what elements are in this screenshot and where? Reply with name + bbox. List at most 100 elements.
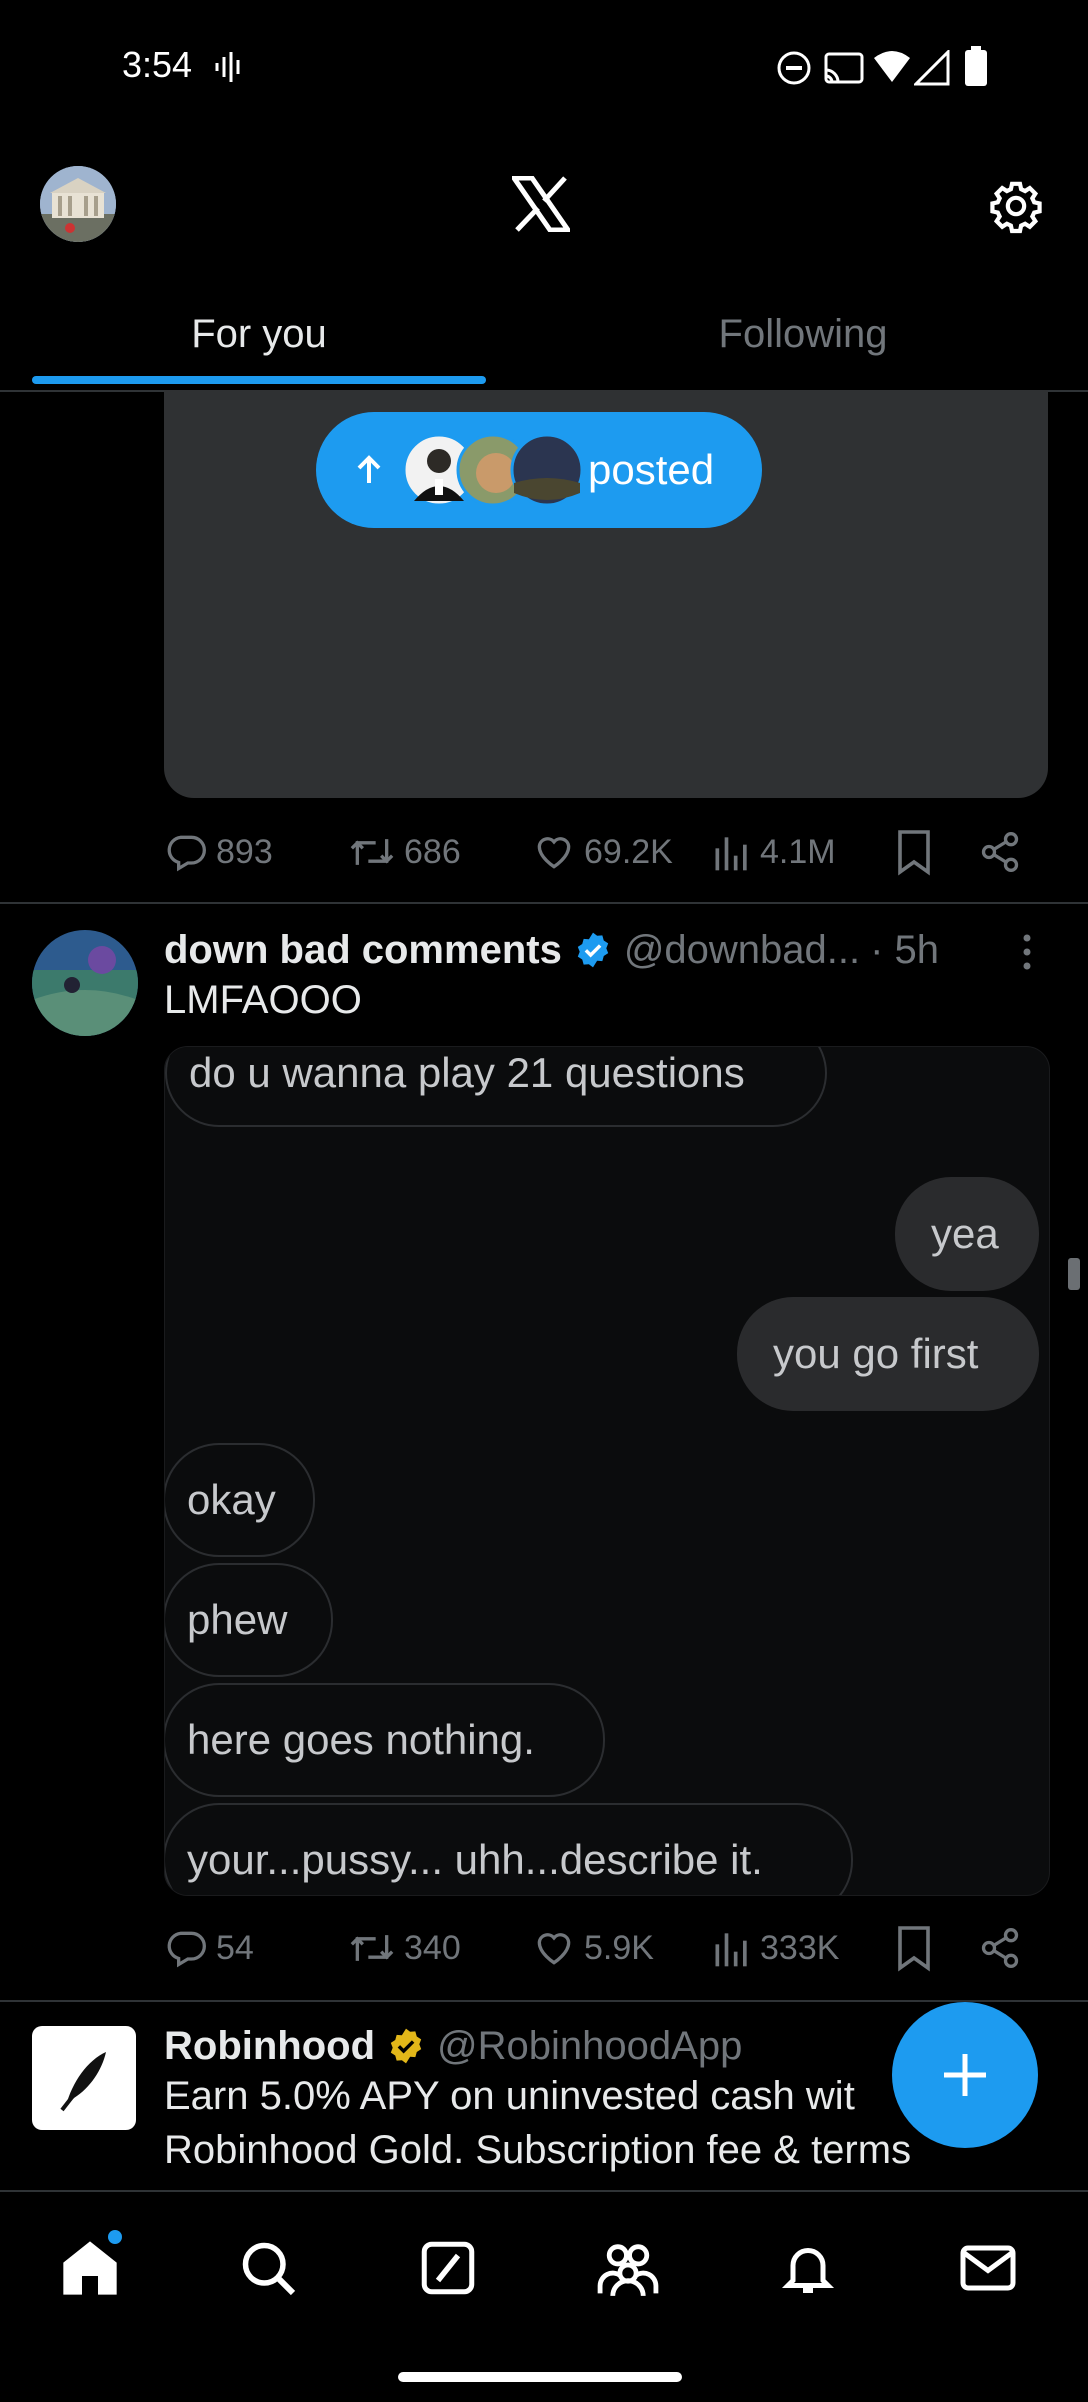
new-posts-pill[interactable]: posted	[316, 412, 762, 528]
post-actions: 893 686 69.2K 4.1M	[164, 812, 1048, 892]
reply-button[interactable]: 54	[164, 1926, 254, 1970]
message-text: okay	[187, 1476, 276, 1523]
heart-icon	[537, 1933, 571, 1965]
nav-home[interactable]	[50, 2228, 130, 2308]
nav-messages[interactable]	[948, 2228, 1028, 2308]
verified-badge-icon	[577, 932, 609, 968]
message-text: yea	[931, 1210, 999, 1257]
like-count: 5.9K	[584, 1928, 654, 1967]
post-time: · 5h	[870, 927, 940, 972]
bookmark-icon[interactable]	[894, 828, 934, 876]
new-posts-label: posted	[588, 446, 715, 493]
home-icon	[63, 2241, 117, 2295]
bottom-navigation	[0, 2190, 1088, 2402]
message-bubble: yea	[895, 1177, 1039, 1291]
nav-grok[interactable]	[408, 2228, 488, 2308]
feather-icon	[60, 2052, 106, 2112]
active-tab-indicator	[32, 376, 486, 384]
message-bubble: phew	[165, 1563, 333, 1677]
views-button[interactable]: 4.1M	[712, 830, 836, 874]
scrollbar[interactable]	[1068, 1258, 1080, 1290]
message-text: you go first	[773, 1330, 979, 1377]
nav-communities[interactable]	[588, 2228, 668, 2308]
arrow-up-icon	[357, 455, 381, 483]
author-handle[interactable]: @RobinhoodApp	[437, 2024, 742, 2069]
x-logo-icon	[512, 176, 570, 232]
message-bubble: okay	[165, 1443, 315, 1557]
post-image[interactable]: do u wanna play 21 questions yea you go …	[164, 1046, 1050, 1896]
plus-icon	[944, 2054, 986, 2096]
repost-button[interactable]: 340	[348, 1926, 461, 1970]
reply-count: 893	[216, 832, 273, 871]
message-bubble: here goes nothing.	[165, 1683, 605, 1797]
tab-following[interactable]: Following	[518, 280, 1088, 388]
divider	[0, 2000, 1088, 2002]
share-icon[interactable]	[978, 1926, 1022, 1970]
cast-icon	[824, 52, 864, 84]
repost-count: 340	[404, 1928, 461, 1967]
grok-icon	[421, 2241, 475, 2295]
cell-signal-icon	[914, 50, 950, 86]
views-count: 4.1M	[760, 832, 836, 871]
settings-gear-icon[interactable]	[988, 178, 1044, 234]
message-text: phew	[187, 1596, 288, 1643]
heart-icon	[537, 837, 571, 869]
mail-icon	[960, 2245, 1016, 2291]
communities-icon	[597, 2244, 659, 2297]
share-icon[interactable]	[978, 830, 1022, 874]
like-button[interactable]: 5.9K	[532, 1926, 654, 1970]
notification-dot	[108, 2230, 122, 2244]
bell-icon	[781, 2248, 835, 2293]
posters-avatars	[402, 433, 584, 507]
repost-button[interactable]: 686	[348, 830, 461, 874]
message-bubble: your...pussy... uhh...describe it.	[165, 1803, 853, 1895]
search-icon	[242, 2242, 296, 2296]
post-header: Robinhood @RobinhoodApp	[164, 2018, 742, 2074]
message-text: your...pussy... uhh...describe it.	[187, 1836, 763, 1883]
reply-icon	[167, 1931, 206, 1968]
status-time: 3:54	[122, 44, 193, 85]
post-text-line: Robinhood Gold. Subscription fee & terms	[164, 2128, 912, 2172]
views-chart-icon	[715, 1933, 747, 1967]
avatar[interactable]	[40, 166, 116, 242]
author-avatar[interactable]	[32, 930, 138, 1036]
post-header: down bad comments @downbad... · 5h	[164, 922, 1034, 978]
message-bubble: do u wanna play 21 questions	[165, 1047, 827, 1127]
like-button[interactable]: 69.2K	[532, 830, 673, 874]
do-not-disturb-icon	[777, 51, 811, 85]
compose-fab[interactable]	[892, 2002, 1038, 2148]
repost-icon	[350, 1935, 394, 1961]
top-app-bar	[0, 130, 1088, 280]
wifi-icon	[874, 51, 910, 82]
reply-count: 54	[216, 1928, 254, 1967]
like-count: 69.2K	[584, 832, 673, 871]
robinhood-logo[interactable]	[32, 2026, 136, 2130]
nav-notifications[interactable]	[768, 2228, 848, 2308]
author-handle[interactable]: @downbad...	[624, 928, 860, 973]
avatar	[510, 433, 584, 507]
battery-icon	[965, 46, 987, 86]
voice-activity-icon	[215, 52, 240, 82]
repost-count: 686	[404, 832, 461, 871]
author-name[interactable]: Robinhood	[164, 2024, 375, 2069]
bookmark-icon[interactable]	[894, 1924, 934, 1972]
tab-for-you[interactable]: For you	[0, 280, 518, 388]
message-text: do u wanna play 21 questions	[189, 1049, 745, 1096]
post-text: LMFAOOO	[164, 978, 362, 1022]
views-count: 333K	[760, 1928, 840, 1967]
repost-icon	[350, 839, 394, 865]
author-name[interactable]: down bad comments	[164, 928, 562, 973]
views-chart-icon	[715, 837, 747, 871]
status-bar: 3:54	[0, 0, 1088, 130]
gesture-handle[interactable]	[398, 2372, 682, 2382]
nav-search[interactable]	[228, 2228, 308, 2308]
post-text-line: Earn 5.0% APY on uninvested cash wit	[164, 2074, 855, 2118]
more-options-icon[interactable]	[1012, 932, 1042, 972]
message-text: here goes nothing.	[187, 1716, 535, 1763]
post-actions: 54 340 5.9K 333K	[164, 1908, 1048, 1988]
divider	[0, 902, 1088, 904]
verified-gold-badge-icon	[390, 2028, 422, 2064]
reply-button[interactable]: 893	[164, 830, 273, 874]
reply-icon	[167, 835, 206, 872]
views-button[interactable]: 333K	[712, 1926, 839, 1970]
